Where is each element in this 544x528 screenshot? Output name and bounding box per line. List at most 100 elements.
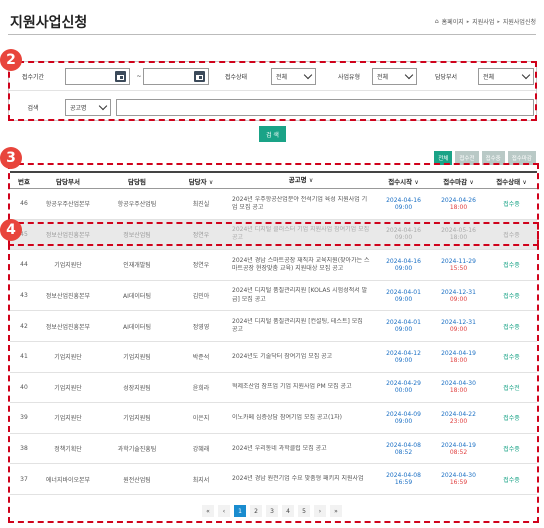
header-no: 번호: [18, 177, 30, 186]
tab-open[interactable]: 접수중: [481, 151, 505, 165]
row-status: 접수중: [503, 293, 520, 301]
search-button[interactable]: 검 색: [259, 126, 286, 142]
row-end: 2024-05-16 18:00: [431, 227, 486, 241]
row-title-link[interactable]: 2024년 경남 원전기업 수요 맞춤형 패키지 지원사업: [226, 475, 376, 483]
period-start-input[interactable]: [65, 68, 130, 85]
table-row[interactable]: 46 항공우주산업본부 항공우주산업팀 최진실 2024년 우주항공산업분야 전석기업 …: [10, 189, 537, 220]
first-page-button[interactable]: «: [202, 505, 214, 517]
dept-select-value: 전체: [483, 74, 495, 81]
row-title-link[interactable]: 혁제조산업 참프업 기업 지원사업 PM 모집 공고: [226, 383, 376, 391]
row-dept: 기업지원단: [54, 354, 82, 362]
table-row[interactable]: 41 기업지원단 기업지원팀 박준석 2024년도 기술닥터 참여기업 모집 공고 202…: [10, 342, 537, 373]
chevron-down-icon: [98, 101, 108, 110]
row-end: 2024-12-31 09:00: [431, 319, 486, 333]
chevron-right-icon: ▸: [466, 18, 470, 25]
row-start-date: 2024-04-09: [386, 410, 421, 418]
header-title[interactable]: 공고명 ∨: [226, 176, 376, 185]
tab-closed[interactable]: 접수마감: [507, 151, 536, 165]
row-end-date: 2024-04-19: [441, 441, 476, 449]
annotation-badge-4: 4: [0, 219, 22, 241]
row-end: 2024-11-29 15:50: [431, 258, 486, 272]
tab-before[interactable]: 접수전: [455, 151, 479, 165]
row-start-time: 09:00: [394, 417, 413, 425]
page-4-button[interactable]: 4: [282, 505, 294, 517]
row-start-date: 2024-04-29: [386, 380, 421, 388]
row-title-link[interactable]: 2024년 우리동네 과학클럽 모집 공고: [226, 445, 376, 453]
header-start[interactable]: 접수시작 ∨: [376, 176, 431, 186]
row-start-time: 09:00: [394, 234, 413, 242]
header-end-label: 접수마감: [443, 177, 468, 186]
period-end-input[interactable]: [143, 68, 209, 85]
page-3-button[interactable]: 3: [266, 505, 278, 517]
table-row[interactable]: 40 기업지원단 성장지원팀 윤희라 혁제조산업 참프업 기업 지원사업 PM 모집 공…: [10, 373, 537, 404]
row-dept: 기업지원단: [54, 262, 82, 270]
header-person-label: 담당자: [188, 177, 207, 186]
row-team: 과학기술진흥팀: [117, 446, 157, 454]
table-row[interactable]: 37 에너지바이오본부 원전산업팀 최지서 2024년 경남 원전기업 수요 맞춤형 패…: [10, 464, 537, 495]
row-title-link[interactable]: 2024년 우주항공산업분야 전석기업 육성 지원사업 기업 모집 공고: [226, 196, 376, 212]
table-row[interactable]: 39 기업지원단 기업지원팀 이은지 이노카페 심층상담 참여기업 모집 공고(1차) 2…: [10, 403, 537, 434]
row-title-link[interactable]: 2024년 경남 스마트공장 재직자 교육지원(찾아가는 스마트공장 현장맞춤 …: [226, 257, 376, 273]
row-start-time: 09:00: [394, 295, 413, 303]
page-2-button[interactable]: 2: [250, 505, 262, 517]
row-dept: 기업지원단: [54, 415, 82, 423]
row-dept: 정보산업진흥본부: [45, 323, 91, 331]
row-dept: 항공우주산업본부: [45, 201, 91, 209]
table-row[interactable]: 44 기업지원단 인재개발팀 정연우 2024년 경남 스마트공장 재직자 교육지원(찾…: [10, 250, 537, 281]
search-input[interactable]: [116, 98, 534, 116]
page-5-button[interactable]: 5: [298, 505, 310, 517]
row-no: 42: [20, 322, 28, 330]
row-no: 46: [20, 200, 28, 208]
row-title-link[interactable]: 이노카페 심층상담 참여기업 모집 공고(1차): [226, 414, 376, 422]
prev-page-button[interactable]: ‹: [218, 505, 230, 517]
row-status: 접수중: [503, 262, 520, 270]
breadcrumb-home[interactable]: 홈페이지: [442, 17, 464, 26]
table-row[interactable]: 45 정보산업진흥본부 정보산업팀 정연우 2024년 디지털 클러스터 기업 지원사업…: [10, 219, 537, 251]
header-team: 담당팀: [128, 177, 146, 186]
table-row[interactable]: 38 정책기획단 과학기술진흥팀 강혜래 2024년 우리동네 과학클럽 모집 공고 20…: [10, 434, 537, 465]
row-dept: 정보산업진흥본부: [45, 231, 91, 239]
row-title-link[interactable]: 2024년 디지털 클러스터 기업 지원사업 참여기업 모집 공고: [226, 226, 376, 242]
row-no: 43: [20, 292, 28, 300]
home-icon[interactable]: ⌂: [435, 18, 439, 25]
row-person: 박준석: [192, 354, 210, 362]
row-title-link[interactable]: 2024년 디지털 품질관리지원 [KOLAS 시험성적서 발급] 모집 공고: [226, 287, 376, 303]
table-row[interactable]: 43 정보산업진흥본부 AI데이터팀 김민아 2024년 디지털 품질관리지원 [KOL…: [10, 281, 537, 312]
sort-icon[interactable]: ∨: [309, 177, 313, 184]
row-status: 접수중: [503, 446, 520, 454]
row-title-link[interactable]: 2024년도 기술닥터 참여기업 모집 공고: [226, 353, 376, 361]
row-end: 2024-04-26 18:00: [431, 197, 486, 211]
sort-icon[interactable]: ∨: [522, 179, 526, 186]
row-start: 2024-04-09 09:00: [376, 411, 431, 425]
status-tabs: 전체 접수전 접수중 접수마감: [434, 151, 536, 165]
announcement-table: 번호 담당부서 담당팀 담당자 ∨ 공고명 ∨ 접수시작 ∨ 접수마감 ∨ 접수…: [10, 171, 537, 495]
search-scope-select[interactable]: 공고명: [65, 98, 111, 116]
header-person[interactable]: 담당자 ∨: [176, 176, 226, 186]
calendar-icon[interactable]: [194, 71, 205, 82]
row-end-time: 16:59: [449, 479, 468, 487]
next-page-button[interactable]: ›: [314, 505, 326, 517]
last-page-button[interactable]: »: [330, 505, 342, 517]
row-title-link[interactable]: 2024년 디지털 품질관리지원 [컨설팅, 테스트] 모집 공고: [226, 318, 376, 334]
header-status[interactable]: 접수상태 ∨: [486, 176, 537, 186]
row-start-time: 09:00: [394, 264, 413, 272]
row-end-date: 2024-04-30: [441, 472, 476, 480]
status-select[interactable]: 전체: [271, 68, 316, 85]
chevron-down-icon: [404, 70, 414, 80]
calendar-icon[interactable]: [115, 71, 126, 82]
page-1-button[interactable]: 1: [234, 505, 246, 517]
row-start: 2024-04-01 09:00: [376, 289, 431, 303]
sort-icon[interactable]: ∨: [469, 179, 473, 186]
row-status: 접수중: [503, 415, 520, 423]
header-end[interactable]: 접수마감 ∨: [431, 176, 486, 186]
table-row[interactable]: 42 정보산업진흥본부 AI데이터팀 정영영 2024년 디지털 품질관리지원 [컨설팅…: [10, 311, 537, 342]
title-divider: [8, 34, 536, 35]
tab-all[interactable]: 전체: [434, 151, 453, 165]
breadcrumb-section[interactable]: 지원사업: [472, 17, 494, 26]
type-select[interactable]: 전체: [372, 68, 417, 85]
row-team: 기업지원팀: [123, 354, 151, 362]
sort-icon[interactable]: ∨: [209, 179, 213, 186]
dept-select[interactable]: 전체: [478, 68, 534, 85]
sort-icon[interactable]: ∨: [414, 179, 418, 186]
row-status: 접수중: [503, 476, 520, 484]
